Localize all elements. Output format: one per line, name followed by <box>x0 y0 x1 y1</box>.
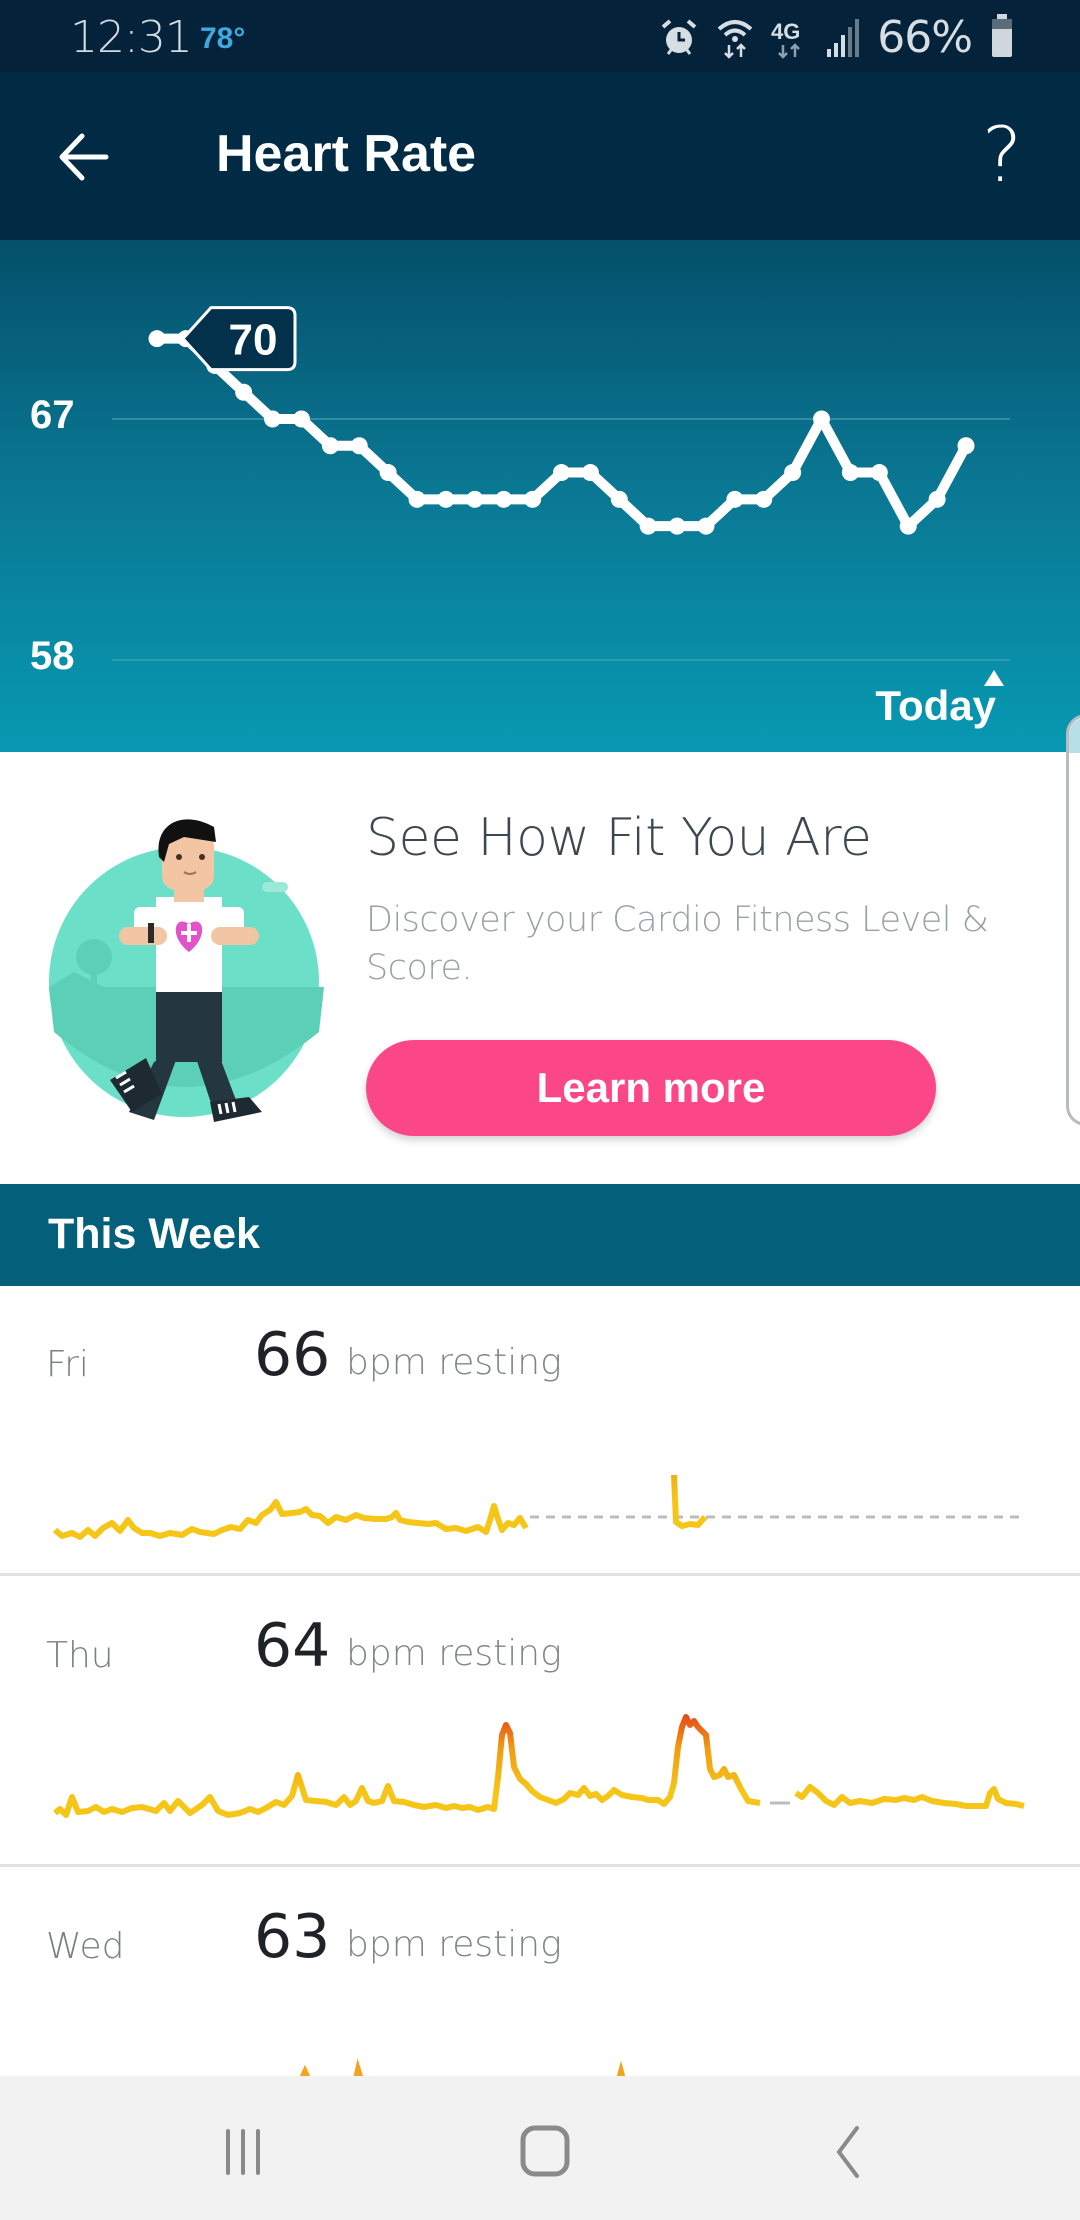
4g-lte-icon: 4G <box>771 19 801 59</box>
battery-icon <box>992 13 1012 57</box>
data-point[interactable] <box>928 490 946 508</box>
recent-apps-button[interactable] <box>188 2112 298 2192</box>
data-point[interactable] <box>668 517 686 535</box>
data-point[interactable] <box>697 517 715 535</box>
resting-heart-rate-chart[interactable]: 70 67 58 Today <box>0 240 1080 752</box>
page-title: Heart Rate <box>216 125 477 183</box>
sparkline-segment <box>53 1499 529 1540</box>
daily-heart-rate-sparkline <box>53 1474 1024 1540</box>
data-point[interactable] <box>292 410 310 428</box>
day-name: Fri <box>46 1344 89 1385</box>
this-week-header: This Week <box>0 1184 1080 1286</box>
tag-label: 70 <box>229 316 278 365</box>
promo-title: See How Fit You Are <box>366 808 872 868</box>
app-toolbar: Heart Rate ? <box>0 72 1080 240</box>
home-button[interactable] <box>490 2112 600 2192</box>
arrow-left-icon <box>59 133 109 181</box>
data-point[interactable] <box>870 464 888 482</box>
data-point[interactable] <box>957 437 975 455</box>
signal-icon <box>827 18 860 57</box>
sparkline-segment <box>794 1784 1025 1809</box>
day-name: Wed <box>46 1926 125 1967</box>
data-point[interactable] <box>726 490 744 508</box>
section-title: This Week <box>48 1210 260 1258</box>
alarm-icon <box>661 18 697 55</box>
data-point[interactable] <box>581 464 599 482</box>
data-point[interactable] <box>437 490 455 508</box>
wifi-icon <box>717 19 753 59</box>
system-navigation-bar <box>0 2076 1080 2220</box>
status-time: 12:31 <box>70 12 193 63</box>
data-point[interactable] <box>899 517 917 535</box>
max-value-tag: 70 <box>180 306 297 372</box>
y-tick-label: 67 <box>30 393 75 437</box>
data-point[interactable] <box>148 330 166 348</box>
learn-more-button[interactable]: Learn more <box>366 1040 936 1136</box>
recent-apps-icon <box>226 2129 260 2175</box>
data-point[interactable] <box>553 464 570 482</box>
promo-description: Discover your Cardio Fitness Level & Sco… <box>366 900 989 988</box>
data-point[interactable] <box>755 490 773 508</box>
data-point[interactable] <box>466 490 484 508</box>
resting-bpm-value: 66 <box>254 1320 331 1390</box>
daily-heart-rate-sparkline <box>53 1714 1025 1818</box>
data-point[interactable] <box>524 490 542 508</box>
sparkline-segment <box>671 1474 708 1529</box>
data-point[interactable] <box>264 410 282 428</box>
cardio-fitness-promo-card: See How Fit You Are Discover your Cardio… <box>0 752 1080 1184</box>
y-tick-label: 58 <box>30 634 75 678</box>
data-point[interactable] <box>350 437 368 455</box>
data-point[interactable] <box>379 464 397 482</box>
data-point[interactable] <box>495 490 513 508</box>
sparkline-segment <box>53 1714 761 1818</box>
data-point[interactable] <box>235 383 253 401</box>
battery-percent: 66% <box>877 12 973 63</box>
bpm-unit-label: bpm resting <box>346 1633 562 1674</box>
day-row-fri[interactable]: Fri 66 bpm resting <box>0 1286 1080 1576</box>
resting-bpm-value: 64 <box>254 1611 331 1681</box>
bpm-unit-label: bpm resting <box>346 1342 562 1383</box>
resting-bpm-value: 63 <box>254 1902 331 1972</box>
data-point[interactable] <box>408 490 426 508</box>
data-point[interactable] <box>610 490 628 508</box>
data-point[interactable] <box>813 410 831 428</box>
status-bar: 12:31 78° 4G 66% <box>0 0 1080 72</box>
system-back-button[interactable] <box>792 2112 902 2192</box>
data-point[interactable] <box>639 517 657 535</box>
help-icon: ? <box>981 110 1023 199</box>
day-name: Thu <box>46 1635 114 1676</box>
home-icon <box>520 2125 570 2177</box>
data-point[interactable] <box>321 437 339 455</box>
data-point[interactable] <box>784 464 802 482</box>
day-row-thu[interactable]: Thu 64 bpm resting <box>0 1577 1080 1867</box>
help-button[interactable]: ? <box>972 110 1032 200</box>
data-point[interactable] <box>841 464 859 482</box>
chart-canvas: 70 <box>112 306 1010 661</box>
runner-illustration <box>49 819 324 1122</box>
status-temperature: 78° <box>200 22 246 55</box>
chevron-left-icon <box>836 2126 859 2178</box>
svg-text:4G: 4G <box>771 19 800 44</box>
back-button[interactable] <box>50 122 120 192</box>
bpm-unit-label: bpm resting <box>346 1924 562 1965</box>
x-end-label: Today <box>875 682 996 729</box>
status-icons: 4G 66% <box>659 12 1012 63</box>
next-card-peek[interactable] <box>1066 714 1080 1126</box>
